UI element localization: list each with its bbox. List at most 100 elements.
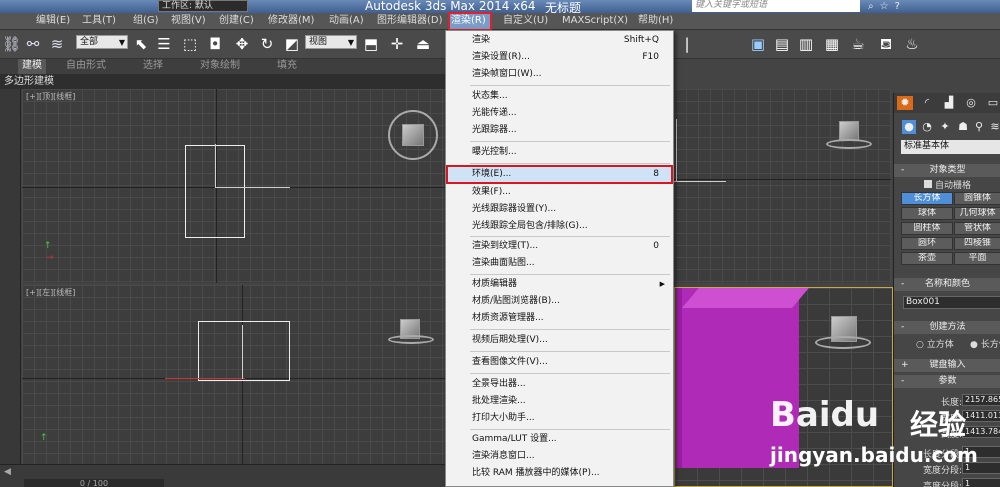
menu-item-render-surface-map[interactable]: 渲染曲面贴图... [446,255,673,271]
rectangle-selection-icon[interactable]: ⬚ [181,34,199,54]
menu-item-video-post[interactable]: 视频后期处理(V)... [446,332,673,348]
star-icon[interactable]: ☆ [880,1,895,12]
object-button-tube[interactable]: 管状体 [954,222,1000,235]
motion-tab-icon[interactable]: ◎ [963,96,979,110]
menu-views[interactable]: 视图(V) [169,13,208,30]
render-iterative-icon[interactable]: ⛾ [876,34,896,54]
object-name-field[interactable]: Box001 [903,296,1000,309]
teapot-render-icon[interactable]: ♨ [902,34,922,54]
viewport-top[interactable]: [+][顶][线框] ↑ → [22,89,445,283]
create-tab-icon[interactable]: ✹ [897,96,913,110]
object-button-teapot[interactable]: 茶壶 [901,252,953,265]
rendered-frame-icon[interactable]: ▦ [822,34,842,54]
menu-item-panorama-exporter[interactable]: 全景导出器... [446,376,673,392]
material-editor-icon[interactable]: ▤ [772,34,792,54]
unlink-icon[interactable]: ⚯ [24,34,42,54]
menu-item-view-image-file[interactable]: 查看图像文件(V)... [446,354,673,370]
workspace-select[interactable]: 工作区: 默认 [158,0,248,12]
radio-box[interactable]: ● 长方体 [970,337,1000,350]
geometry-category-select[interactable]: 标准基本体 [901,140,1000,154]
viewport-front[interactable] [674,89,891,283]
select-object-icon[interactable]: ⬉ [132,34,150,54]
menu-item-compare-ram-player[interactable]: 比较 RAM 播放器中的媒体(P)... [446,465,673,481]
rotate-icon[interactable]: ↻ [258,34,276,54]
window-crossing-icon[interactable]: ◘ [206,34,224,54]
lights-icon[interactable]: ✦ [938,120,952,134]
menu-item-render-message-window[interactable]: 渲染消息窗口... [446,448,673,464]
menu-item-raytrace-include-exclude[interactable]: 光线跟踪全局包含/排除(G)... [446,218,673,234]
menu-animation[interactable]: 动画(A) [327,13,366,30]
viewport-label-left[interactable]: [+][左][线框] [26,287,75,298]
spacewarps-icon[interactable]: ≋ [988,120,1000,134]
menu-item-material-explorer[interactable]: 材质资源管理器... [446,310,673,326]
menu-create[interactable]: 创建(C) [217,13,256,30]
menu-customize[interactable]: 自定义(U) [501,13,550,30]
selection-filter-select[interactable]: 全部 ▼ [76,35,128,49]
menu-item-print-size-assistant[interactable]: 打印大小助手... [446,410,673,426]
menu-item-render-to-texture[interactable]: 渲染到纹理(T)... 0 [446,238,673,254]
object-button-cylinder[interactable]: 圆柱体 [901,222,953,235]
bind-spacewarp-icon[interactable]: ≋ [48,34,66,54]
shapes-icon[interactable]: ◔ [920,120,934,134]
object-button-torus[interactable]: 圆环 [901,237,953,250]
menu-group[interactable]: 组(G) [131,13,161,30]
object-button-plane[interactable]: 平面 [954,252,1000,265]
scale-icon[interactable]: ◩ [283,34,301,54]
menu-edit[interactable]: 编辑(E) [34,13,72,30]
menu-item-exposure-control[interactable]: 曝光控制... [446,144,673,160]
display-tab-icon[interactable]: ▭ [985,96,1000,110]
render-setup-icon[interactable]: ▥ [796,34,816,54]
creation-method-rollout[interactable]: - 创建方法 [894,321,1000,334]
expand-arrow-icon[interactable]: ◀ [4,467,11,477]
parameters-rollout[interactable]: - 参数 [894,375,1000,388]
viewport-left[interactable]: [+][左][线框] ↑ [22,285,445,464]
menu-tools[interactable]: 工具(T) [80,13,118,30]
tab-populate[interactable]: 填充 [277,59,297,74]
menu-graph-editors[interactable]: 图形编辑器(D) [375,13,445,30]
manipulate-icon[interactable]: ✛ [388,34,406,54]
tab-freeform[interactable]: 自由形式 [66,59,106,74]
tab-selection[interactable]: 选择 [143,59,163,74]
render-production-icon[interactable]: ☕ [848,34,868,54]
help-icon[interactable]: ? [895,1,906,12]
menu-item-material-editor[interactable]: 材质编辑器 ▶ [446,276,673,292]
radio-cube[interactable]: ○ 立方体 [916,337,954,350]
select-by-name-icon[interactable]: ☰ [155,34,173,54]
menu-item-rendered-frame-window[interactable]: 渲染帧窗口(W)... [446,66,673,82]
viewcube-icon[interactable] [402,124,424,146]
modify-tab-icon[interactable]: ◜ [919,96,935,110]
menu-item-batch-render[interactable]: 批处理渲染... [446,393,673,409]
link-icon[interactable]: ⛓ [2,34,21,54]
menu-help[interactable]: 帮助(H) [636,13,675,30]
menu-item-effects[interactable]: 效果(F)... [446,184,673,200]
geometry-icon[interactable]: ● [902,120,916,134]
viewport-label-top[interactable]: [+][顶][线框] [26,91,75,102]
reference-coordinate-select[interactable]: 视图 ▼ [305,35,357,49]
viewcube-icon[interactable] [839,121,859,141]
object-button-cone[interactable]: 圆锥体 [954,192,1000,205]
menu-item-light-tracer[interactable]: 光跟踪器... [446,122,673,138]
menu-item-state-sets[interactable]: 状态集... [446,88,673,104]
menu-maxscript[interactable]: MAXScript(X) [560,13,630,30]
pivot-center-icon[interactable]: ⬒ [362,34,380,54]
viewcube-ring-icon[interactable] [826,139,872,149]
keyboard-shortcut-icon[interactable]: ⏏ [414,34,432,54]
tab-modeling[interactable]: 建模 [18,59,46,74]
object-button-box[interactable]: 长方体 [901,192,953,205]
autogrid-checkbox[interactable]: 自动栅格 [924,178,971,191]
name-color-rollout[interactable]: - 名称和颜色 [894,278,1000,291]
keyboard-entry-rollout[interactable]: + 键盘输入 [894,359,1000,372]
tab-object-paint[interactable]: 对象绘制 [200,59,240,74]
hierarchy-tab-icon[interactable]: ▟ [941,96,957,110]
cameras-icon[interactable]: ☗ [956,120,970,134]
object-type-rollout[interactable]: - 对象类型 [894,164,1000,177]
menu-item-raytracer-settings[interactable]: 光线跟踪器设置(Y)... [446,201,673,217]
schematic-view-icon[interactable]: ▣ [748,34,768,54]
menu-item-environment[interactable]: 环境(E)... 8 [446,165,673,184]
menu-item-render[interactable]: 渲染 Shift+Q [446,32,673,48]
move-icon[interactable]: ✥ [233,34,251,54]
menu-item-material-map-browser[interactable]: 材质/贴图浏览器(B)... [446,293,673,309]
viewcube-ring-icon[interactable] [388,335,434,344]
menu-modifiers[interactable]: 修改器(M) [266,13,316,30]
time-slider[interactable]: 0 / 100 [24,479,164,487]
